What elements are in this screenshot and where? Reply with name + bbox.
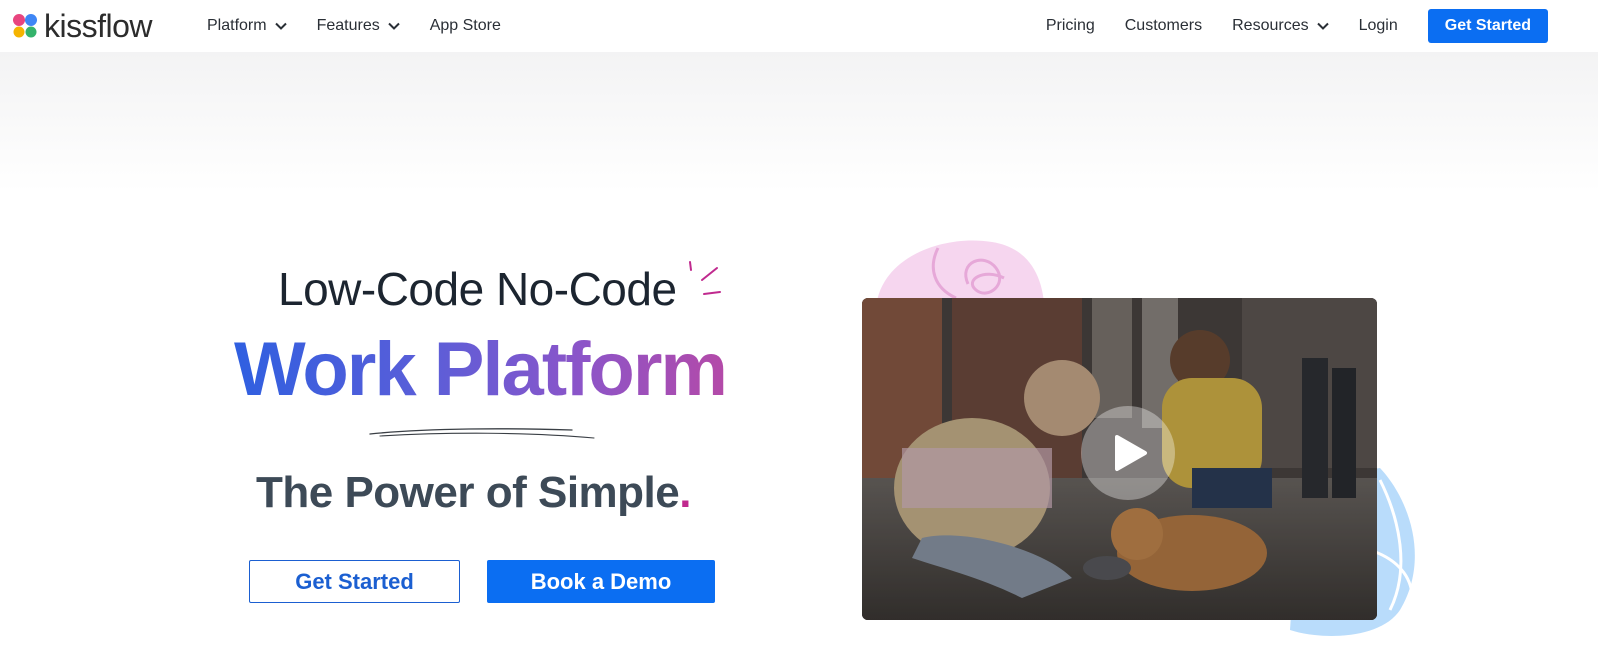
nav-item-label: Resources	[1232, 17, 1309, 34]
play-button[interactable]	[1081, 406, 1175, 500]
nav-item-customers[interactable]: Customers	[1125, 17, 1202, 35]
sparkle-accent-icon	[689, 261, 721, 295]
brand-logo[interactable]: kissflow	[10, 8, 153, 44]
nav-item-label: Features	[316, 17, 380, 34]
hero-top-gradient-band	[0, 52, 1598, 192]
nav-primary-links: Platform Features App Store	[207, 0, 501, 52]
hero-get-started-button[interactable]: Get Started	[249, 560, 460, 603]
hero-tagline-text: The Power of Simple	[256, 468, 680, 517]
nav-item-resources[interactable]: Resources	[1232, 17, 1329, 35]
nav-item-label: App Store	[429, 17, 501, 34]
nav-item-label: Login	[1358, 17, 1398, 34]
hero-main-heading: Work Platform	[234, 327, 728, 412]
hero-tagline-dot: .	[679, 468, 691, 517]
nav-item-label: Platform	[207, 17, 267, 34]
nav-item-label: Pricing	[1045, 17, 1095, 34]
chevron-down-icon	[274, 22, 287, 30]
hero-eyebrow-heading: Low-Code No-Code	[278, 263, 677, 315]
nav-item-pricing[interactable]: Pricing	[1046, 17, 1095, 35]
nav-secondary-links: Pricing Customers Resources Login Get St…	[1046, 0, 1548, 52]
chevron-down-icon	[388, 22, 400, 30]
top-navigation: kissflow Platform Features App Store Pri…	[0, 0, 1598, 52]
chevron-down-icon	[1316, 22, 1329, 30]
brand-name: kissflow	[44, 8, 153, 44]
butterfly-logo-icon	[13, 14, 37, 38]
nav-item-app-store[interactable]: App Store	[430, 17, 501, 35]
hero-tagline: The Power of Simple.	[256, 468, 691, 518]
underline-scribble	[369, 428, 595, 439]
play-icon	[1115, 435, 1147, 471]
hero-book-demo-button[interactable]: Book a Demo	[487, 560, 715, 603]
nav-item-login[interactable]: Login	[1359, 17, 1398, 35]
hero-video-player[interactable]	[862, 298, 1377, 620]
nav-get-started-button[interactable]: Get Started	[1427, 9, 1548, 43]
nav-item-platform[interactable]: Platform	[207, 17, 287, 35]
nav-item-label: Customers	[1124, 17, 1203, 34]
nav-item-features[interactable]: Features	[317, 17, 400, 35]
